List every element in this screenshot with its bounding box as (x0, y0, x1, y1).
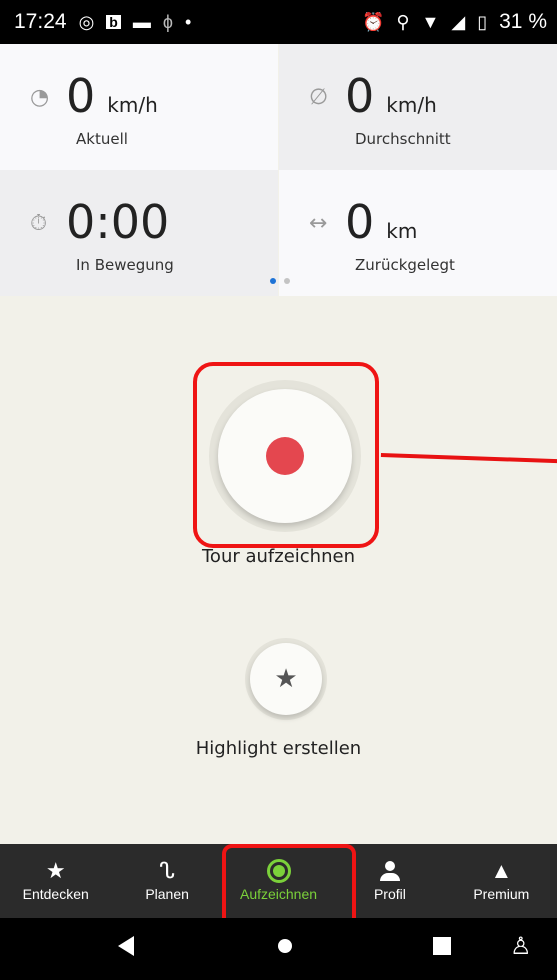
wifi-icon: ▼ (421, 12, 440, 32)
alarm-icon: ⏰ (361, 12, 385, 32)
stat-label: In Bewegung (76, 256, 174, 274)
status-time: 17:24 (14, 10, 67, 33)
stat-unit: km (386, 219, 418, 243)
stats-panel[interactable]: ◔ 0 km/h Aktuell ∅ 0 km/h Durchschnitt ⏱… (0, 44, 557, 296)
back-icon[interactable] (118, 936, 134, 956)
system-nav-bar: ♙ (0, 918, 557, 980)
highlight-label: Highlight erstellen (195, 738, 362, 759)
stat-unit: km/h (386, 93, 437, 117)
accessibility-icon[interactable]: ♙ (510, 932, 532, 960)
stat-current-speed: ◔ 0 km/h Aktuell (0, 44, 278, 170)
average-icon: ∅ (309, 85, 329, 110)
speedometer-icon: ◔ (30, 85, 50, 110)
page-dot (284, 278, 290, 284)
premium-icon: ▲ (490, 858, 513, 883)
stat-distance: ↔ 0 km Zurückgelegt (279, 170, 557, 296)
stat-label: Aktuell (76, 130, 128, 148)
b-app-icon: b (106, 15, 121, 29)
signal-icon: ◢ (451, 12, 466, 32)
bike-icon: ϕ (162, 12, 173, 32)
nav-label: Planen (145, 886, 189, 902)
recents-icon[interactable] (433, 937, 451, 955)
page-dot-active (270, 278, 276, 284)
location-icon: ⚲ (396, 12, 410, 32)
page-indicator (270, 278, 290, 284)
distance-arrows-icon: ↔ (309, 211, 328, 236)
stat-value: 0:00 (66, 195, 170, 249)
battery-percent: 31 % (499, 10, 547, 33)
status-bar: 17:24 ◎ b ▬ ϕ • ⏰ ⚲ ▼ ◢ ▯ 31 % (0, 0, 557, 44)
nav-label: Entdecken (22, 886, 89, 902)
nav-label: Profil (373, 886, 406, 902)
stat-moving-time: ⏱ 0:00 In Bewegung (0, 170, 278, 296)
star-icon: ★ (274, 664, 298, 694)
stat-value: 0 (66, 69, 96, 123)
stat-value: 0 (345, 69, 375, 123)
stat-value: 0 (345, 195, 375, 249)
nav-label: Premium (473, 886, 530, 902)
stat-label: Zurückgelegt (355, 256, 455, 274)
minus-icon: ▬ (132, 12, 151, 32)
home-icon[interactable] (278, 939, 292, 953)
nav-item-premium[interactable]: ▲ Premium (446, 844, 557, 918)
battery-icon: ▯ (477, 12, 488, 32)
star-icon: ★ (45, 858, 66, 883)
nav-item-entdecken[interactable]: ★ Entdecken (0, 844, 111, 918)
route-icon: ᔐ (159, 858, 175, 883)
annotation-highlight-box (193, 362, 379, 548)
stat-unit: km/h (107, 93, 158, 117)
record-label: Tour aufzeichnen (202, 546, 355, 567)
highlight-button[interactable]: ★ (250, 643, 322, 715)
stopwatch-icon: ⏱ (30, 211, 48, 236)
whatsapp-icon: ◎ (78, 12, 95, 32)
stat-average-speed: ∅ 0 km/h Durchschnitt (279, 44, 557, 170)
person-icon (379, 856, 400, 886)
stat-label: Durchschnitt (355, 130, 451, 148)
dot-icon: • (184, 12, 192, 32)
nav-item-planen[interactable]: ᔐ Planen (111, 844, 222, 918)
